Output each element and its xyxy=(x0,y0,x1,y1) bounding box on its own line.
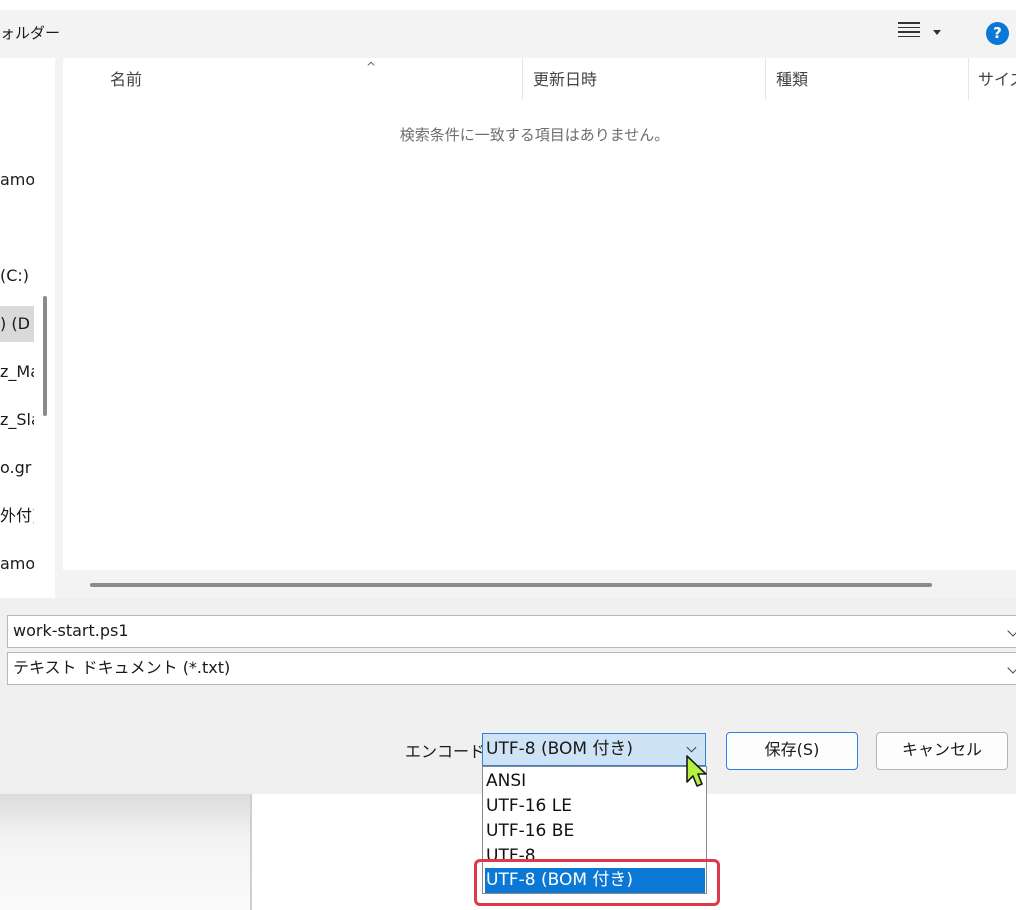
nav-item[interactable]: amoti xyxy=(0,546,34,582)
chevron-down-icon[interactable] xyxy=(1007,625,1016,637)
encoding-selected-value: UTF-8 (BOM 付き) xyxy=(486,739,634,759)
chevron-down-icon[interactable] xyxy=(1007,662,1016,674)
filename-input[interactable]: work-start.ps1 xyxy=(13,621,129,640)
sort-ascending-icon: ^ xyxy=(366,60,377,74)
nav-item[interactable]: z_Ma xyxy=(0,354,34,390)
filetype-value: テキスト ドキュメント (*.txt) xyxy=(13,658,231,677)
cancel-button[interactable]: キャンセル xyxy=(876,732,1008,770)
nav-item[interactable]: amot xyxy=(0,162,34,198)
column-separator[interactable] xyxy=(522,58,523,100)
filename-combobox[interactable]: work-start.ps1 xyxy=(7,615,1016,648)
column-separator[interactable] xyxy=(968,58,969,100)
pane-divider[interactable] xyxy=(55,58,63,598)
filetype-select[interactable]: テキスト ドキュメント (*.txt) xyxy=(7,652,1016,685)
nav-item[interactable]: 外付) xyxy=(0,498,34,534)
nav-item-drive-d[interactable]: ) (D xyxy=(0,306,34,342)
encoding-select[interactable]: UTF-8 (BOM 付き) xyxy=(482,733,706,766)
encoding-option-utf16be[interactable]: UTF-16 BE xyxy=(485,819,705,844)
highlight-annotation xyxy=(474,859,720,906)
list-view-icon[interactable] xyxy=(898,22,920,42)
column-header-modified[interactable]: 更新日時 xyxy=(533,58,597,100)
column-separator[interactable] xyxy=(765,58,766,100)
mouse-cursor-icon xyxy=(686,755,707,787)
nav-item[interactable]: o.gr xyxy=(0,450,34,486)
empty-message: 検索条件に一致する項目はありません。 xyxy=(399,126,670,144)
encoding-option-utf16le[interactable]: UTF-16 LE xyxy=(485,794,705,819)
horizontal-scrollbar-thumb[interactable] xyxy=(90,583,932,587)
toolbar xyxy=(0,10,1016,58)
save-button[interactable]: 保存(S) xyxy=(726,732,858,770)
help-icon[interactable]: ? xyxy=(986,22,1009,45)
encoding-option-ansi[interactable]: ANSI xyxy=(485,769,705,794)
encoding-label: エンコード: xyxy=(405,742,491,761)
nav-item[interactable]: z_Sla xyxy=(0,402,34,438)
column-header-size[interactable]: サイズ xyxy=(978,58,1016,100)
new-folder-button[interactable]: ォルダー xyxy=(0,22,60,43)
file-list: 名前 ^ 更新日時 種類 サイズ 検索条件に一致する項目はありません。 xyxy=(63,58,1016,598)
chevron-down-icon[interactable] xyxy=(686,742,697,753)
nav-item-drive-c[interactable]: (C:) xyxy=(0,258,34,294)
view-options-chevron-icon[interactable] xyxy=(933,30,941,35)
column-header-name[interactable]: 名前 xyxy=(110,58,142,100)
column-header-type[interactable]: 種類 xyxy=(776,58,808,100)
nav-scrollbar[interactable] xyxy=(43,296,47,416)
